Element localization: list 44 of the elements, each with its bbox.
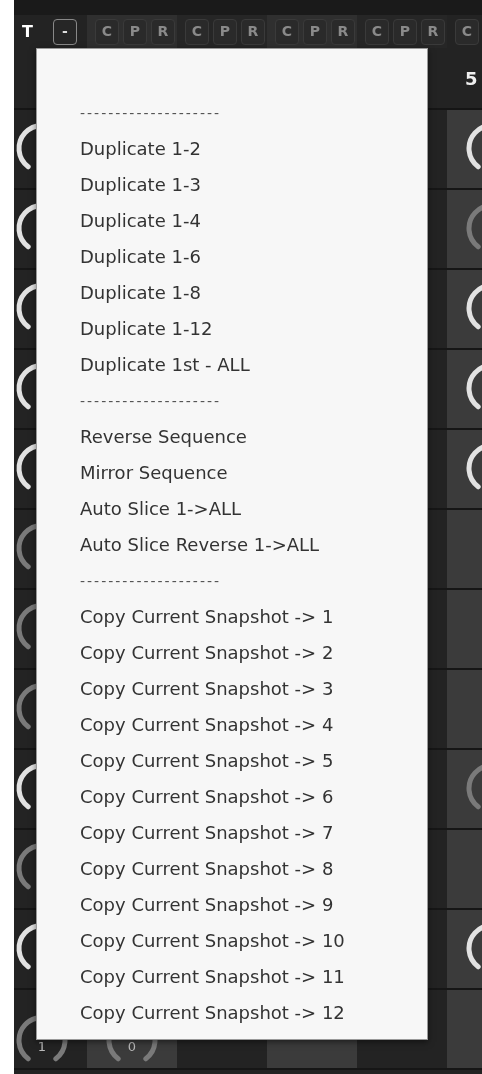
menu-item[interactable]: Copy Current Snapshot -> 4 [37, 707, 427, 743]
menu-item[interactable]: Copy Current Snapshot -> 11 [37, 959, 427, 995]
menu-item[interactable]: Copy Current Snapshot -> 9 [37, 887, 427, 923]
header-text: T [22, 20, 33, 43]
menu-item[interactable]: Copy Current Snapshot -> 7 [37, 815, 427, 851]
toggle-button[interactable]: C [275, 18, 299, 45]
toggle-button[interactable]: C [95, 18, 119, 45]
menu-item[interactable]: Copy Current Snapshot -> 5 [37, 743, 427, 779]
toggle-button[interactable]: P [213, 18, 237, 45]
menu-item[interactable]: Copy Current Snapshot -> 2 [37, 635, 427, 671]
menu-item[interactable]: Copy Current Snapshot -> 8 [37, 851, 427, 887]
menu-item[interactable]: Copy Current Snapshot -> 1 [37, 599, 427, 635]
menu-item[interactable]: Reverse Sequence [37, 419, 427, 455]
toggle-button[interactable]: P [123, 18, 147, 45]
menu-item[interactable]: Duplicate 1-6 [37, 239, 427, 275]
menu-item[interactable]: Duplicate 1st - ALL [37, 347, 427, 383]
menu-separator: -------------------- [79, 392, 223, 411]
toggle-button[interactable]: C [455, 18, 479, 45]
knob-value: 0 [127, 1039, 137, 1053]
toggle-button[interactable]: C [185, 18, 209, 45]
menu-item[interactable]: Copy Current Snapshot -> 10 [37, 923, 427, 959]
toggle-button[interactable]: R [151, 18, 175, 45]
menu-item[interactable]: Duplicate 1-8 [37, 275, 427, 311]
menu-separator: -------------------- [79, 572, 223, 591]
toggle-button[interactable]: P [303, 18, 327, 45]
menu-item[interactable]: Duplicate 1-12 [37, 311, 427, 347]
menu-item[interactable]: Auto Slice Reverse 1->ALL [37, 527, 427, 563]
toggle-button[interactable]: R [241, 18, 265, 45]
menu-item[interactable]: Duplicate 1-2 [37, 131, 427, 167]
track-number: 5 [465, 66, 478, 91]
collapse-button[interactable]: - [52, 18, 77, 45]
menu-item[interactable]: Duplicate 1-4 [37, 203, 427, 239]
menu-item[interactable]: Copy Current Snapshot -> 12 [37, 995, 427, 1031]
toggle-button[interactable]: P [393, 18, 417, 45]
toggle-button[interactable]: R [331, 18, 355, 45]
menu-item[interactable]: Copy Current Snapshot -> 6 [37, 779, 427, 815]
knob-value: 1 [37, 1039, 47, 1053]
toggle-button[interactable]: R [421, 18, 445, 45]
menu-item[interactable]: Duplicate 1-3 [37, 167, 427, 203]
menu-item[interactable]: Mirror Sequence [37, 455, 427, 491]
menu-item[interactable]: Auto Slice 1->ALL [37, 491, 427, 527]
menu-separator: -------------------- [79, 104, 223, 123]
menu-item[interactable]: Copy Current Snapshot -> 3 [37, 671, 427, 707]
toggle-button[interactable]: C [365, 18, 389, 45]
